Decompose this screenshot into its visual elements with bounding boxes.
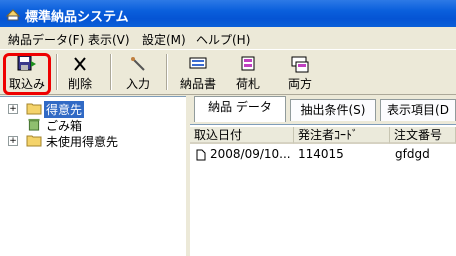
menu-settings[interactable]: 設定(M) xyxy=(142,31,186,48)
both-print-icon xyxy=(291,56,309,73)
expander-icon[interactable]: + xyxy=(8,136,18,146)
folder-icon xyxy=(26,135,42,147)
list-view: 取込日付 発注者ｺｰﾄﾞ 注文番号 2008/09/10... 114015 g… xyxy=(190,124,456,256)
tree-item-label: 未使用得意先 xyxy=(46,135,119,149)
tree-item-customers[interactable]: + 得意先 xyxy=(0,101,186,118)
tab-extract-conditions[interactable]: 抽出条件(S) xyxy=(290,99,376,121)
cell-order-number: gfdgd xyxy=(395,147,430,161)
tree-item-label: 得意先 xyxy=(44,101,85,118)
both-button[interactable]: 両方 xyxy=(282,51,318,95)
tab-strip: 納品 データ 抽出条件(S) 表示項目(D xyxy=(190,96,456,124)
column-header-orderer-code[interactable]: 発注者ｺｰﾄﾞ xyxy=(294,127,390,144)
delivery-note-label: 納品書 xyxy=(179,77,216,91)
tag-button[interactable]: 荷札 xyxy=(230,51,266,95)
trash-icon xyxy=(28,118,40,131)
menu-delivery-data[interactable]: 納品データ(F) xyxy=(8,31,84,48)
delivery-note-button[interactable]: 納品書 xyxy=(176,51,220,95)
tag-icon xyxy=(241,56,255,71)
delete-button[interactable]: 削除 xyxy=(62,51,98,95)
tree-view: + 得意先 ごみ箱 + 未使用得意先 xyxy=(0,96,186,256)
tree-item-label: ごみ箱 xyxy=(46,119,83,133)
cell-import-date: 2008/09/10... xyxy=(210,147,291,161)
toolbar-separator xyxy=(166,54,168,90)
import-button-highlight xyxy=(3,53,51,95)
both-label: 両方 xyxy=(287,77,312,91)
tab-display-items[interactable]: 表示項目(D xyxy=(380,99,456,121)
column-header-order-number[interactable]: 注文番号 xyxy=(390,127,456,144)
input-button[interactable]: 入力 xyxy=(120,51,156,95)
tag-label: 荷札 xyxy=(235,77,260,91)
app-icon xyxy=(5,9,21,21)
printer-icon xyxy=(189,57,207,69)
menu-help[interactable]: ヘルプ(H) xyxy=(196,31,250,48)
toolbar-separator xyxy=(110,54,112,90)
menu-bar: 納品データ(F) 表示(V) 設定(M) ヘルプ(H) xyxy=(0,29,456,49)
cell-orderer-code: 114015 xyxy=(298,147,344,161)
column-header-import-date[interactable]: 取込日付 xyxy=(190,127,294,144)
menu-view[interactable]: 表示(V) xyxy=(88,31,130,48)
title-bar: 標準納品システム xyxy=(0,0,456,27)
tree-item-trash[interactable]: ごみ箱 xyxy=(0,117,186,133)
tab-delivery-data[interactable]: 納品 データ xyxy=(194,96,286,122)
folder-icon xyxy=(26,103,42,115)
document-icon xyxy=(196,149,206,161)
window-title: 標準納品システム xyxy=(25,10,129,25)
pen-icon xyxy=(131,57,145,71)
expander-icon[interactable]: + xyxy=(8,104,18,114)
toolbar-separator xyxy=(56,54,58,90)
delete-x-icon xyxy=(74,57,86,71)
tree-item-unused-customers[interactable]: + 未使用得意先 xyxy=(0,133,186,149)
input-label: 入力 xyxy=(125,77,150,91)
toolbar: 取込み 削除 入力 納品書 荷札 両方 xyxy=(0,49,456,95)
delete-label: 削除 xyxy=(67,77,92,91)
